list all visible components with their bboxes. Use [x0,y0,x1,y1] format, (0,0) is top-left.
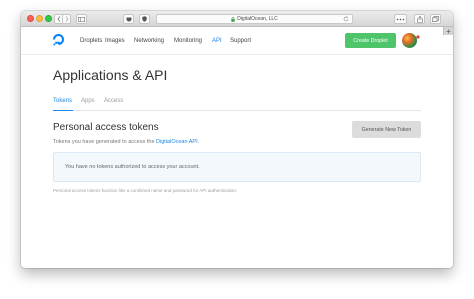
nav-link-api[interactable]: API [212,38,222,44]
minimize-window-button[interactable] [36,15,43,22]
section-description: Tokens you have generated to access the … [53,139,199,145]
description-text: Tokens you have generated to access the [53,139,157,145]
address-bar[interactable]: DigitalOcean, LLC [156,14,353,24]
digitalocean-logo-icon[interactable] [52,33,65,46]
site-navigation: Droplets Images Networking Monitoring AP… [21,27,453,55]
nav-link-networking[interactable]: Networking [134,38,164,44]
tokens-footnote: Personal access tokens function like a c… [53,188,238,193]
active-tab-indicator [53,110,73,111]
page-title: Applications & API [53,67,168,83]
sidebar-icon [78,16,85,22]
chevron-right-icon [65,16,69,22]
tab-apps[interactable]: Apps [81,98,95,104]
browser-toolbar: DigitalOcean, LLC [21,11,453,27]
shield-icon [142,16,147,22]
maximize-window-button[interactable] [45,15,52,22]
nav-link-monitoring[interactable]: Monitoring [174,38,202,44]
extension-button[interactable] [139,14,150,24]
close-window-button[interactable] [27,15,34,22]
share-icon [416,15,423,23]
nav-link-droplets[interactable]: Droplets [80,38,102,44]
create-droplet-button[interactable]: Create Droplet [345,33,396,48]
browser-window: DigitalOcean, LLC Droplets Images Networ… [21,11,453,268]
lock-icon [231,16,235,22]
address-text: DigitalOcean, LLC [237,16,278,22]
section-title: Personal access tokens [53,122,159,133]
pocket-icon [126,17,131,21]
chevron-left-icon [56,16,60,22]
pocket-button[interactable] [123,14,134,24]
tabs-icon [432,16,439,22]
more-icon [396,18,405,20]
reload-icon[interactable] [343,16,349,22]
tab-access[interactable]: Access [104,98,123,104]
sidebar-toggle-button[interactable] [76,14,87,24]
user-avatar[interactable] [402,33,417,48]
api-tabs: Tokens Apps Access [53,97,421,111]
empty-tokens-notice: You have no tokens authorized to access … [53,152,421,182]
notification-dot-icon [416,35,420,39]
tab-tokens[interactable]: Tokens [53,98,72,104]
description-suffix: . [197,139,200,145]
nav-link-images[interactable]: Images [105,38,125,44]
generate-new-token-button[interactable]: Generate New Token [352,121,421,138]
forward-button[interactable] [62,14,71,24]
more-button[interactable] [394,14,407,24]
show-tabs-button[interactable] [430,14,441,24]
digitalocean-api-link[interactable]: DigitalOcean API [156,139,198,145]
share-button[interactable] [414,14,425,24]
empty-tokens-message: You have no tokens authorized to access … [65,164,200,170]
nav-link-support[interactable]: Support [230,38,251,44]
